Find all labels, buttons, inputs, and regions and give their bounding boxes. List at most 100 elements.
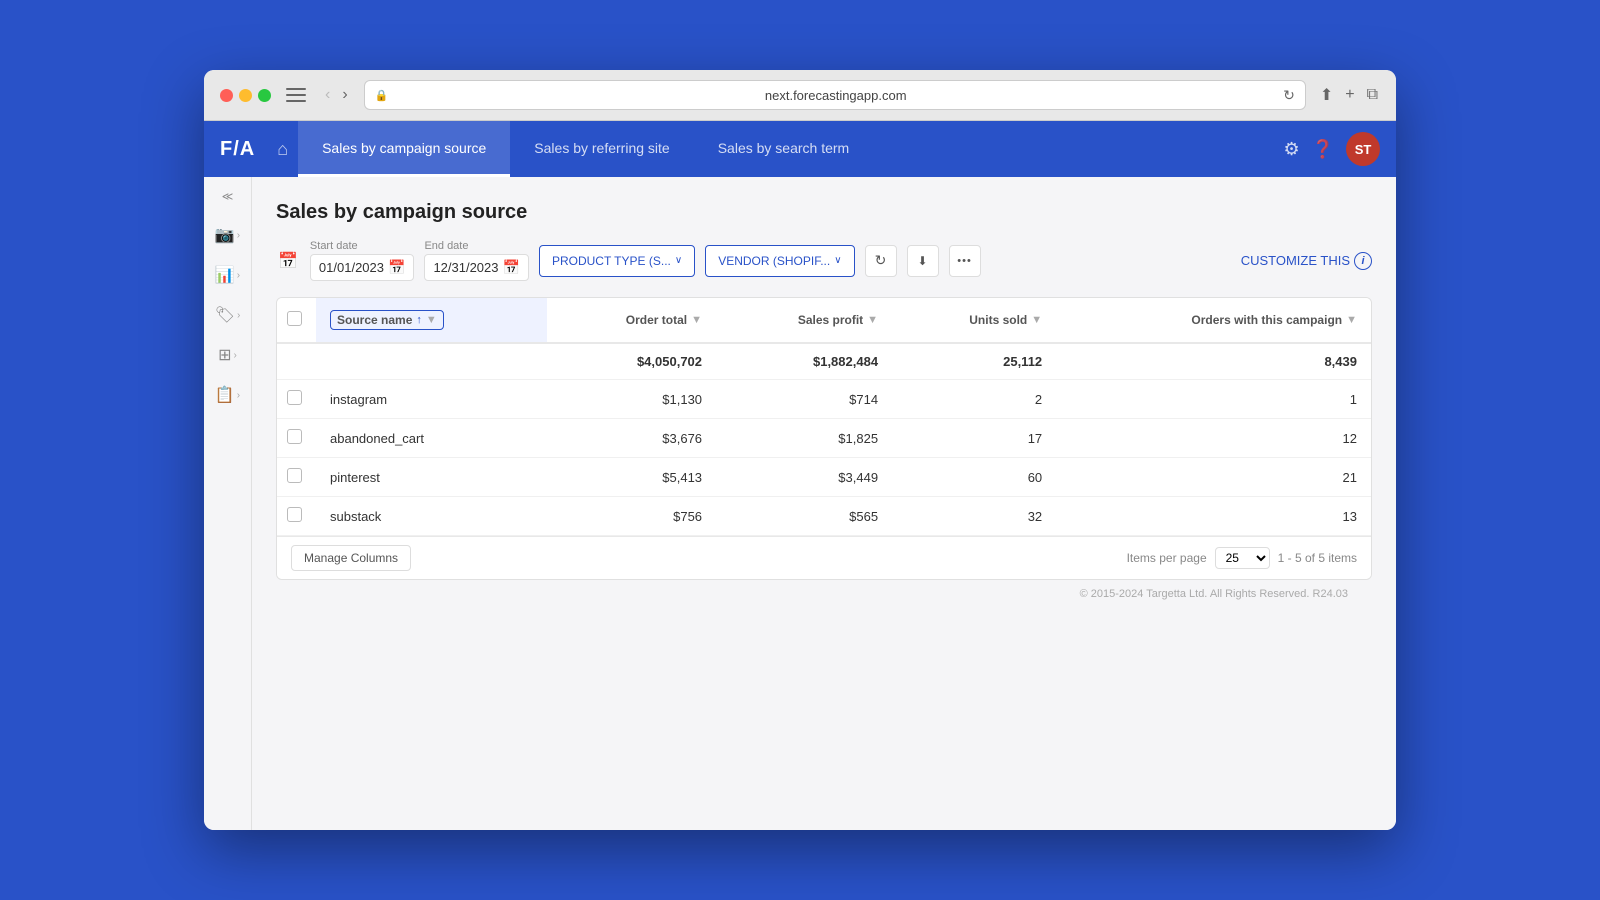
- pagination-text: 1 - 5 of 5 items: [1278, 551, 1357, 565]
- data-table: Source name ↑ ▼ Order total: [277, 298, 1371, 536]
- new-tab-button[interactable]: +: [1343, 84, 1356, 106]
- end-date-value: 12/31/2023: [433, 260, 498, 275]
- row-3-order-total: $756: [547, 497, 717, 536]
- url-bar[interactable]: 🔒 next.forecastingapp.com ↻: [364, 80, 1306, 110]
- th-select-all[interactable]: [277, 298, 316, 343]
- customize-link[interactable]: CUSTOMIZE THIS i: [1241, 252, 1372, 270]
- customize-label: CUSTOMIZE THIS: [1241, 253, 1350, 268]
- avatar[interactable]: ST: [1346, 132, 1380, 166]
- calendar-icon-button[interactable]: 📅: [276, 249, 300, 273]
- row-3-check-cell[interactable]: [277, 497, 316, 536]
- row-0-checkbox[interactable]: [287, 390, 302, 405]
- row-1-checkbox[interactable]: [287, 429, 302, 444]
- row-2-check-cell[interactable]: [277, 458, 316, 497]
- items-per-page-select[interactable]: 25 50 100: [1215, 547, 1270, 569]
- tab-sales-search[interactable]: Sales by search term: [694, 121, 874, 177]
- product-type-filter[interactable]: PRODUCT TYPE (S... ∨: [539, 245, 695, 277]
- th-order-total-label: Order total: [626, 313, 687, 327]
- forward-button[interactable]: ›: [338, 84, 351, 106]
- refresh-button[interactable]: ↻: [865, 245, 897, 277]
- table-row: pinterest $5,413 $3,449 60 21: [277, 458, 1371, 497]
- vendor-filter-label: VENDOR (SHOPIF...: [718, 254, 830, 268]
- browser-actions: ⬆ + ⧉: [1318, 83, 1380, 107]
- select-all-checkbox[interactable]: [287, 311, 302, 326]
- start-date-calendar-icon: 📅: [388, 259, 405, 276]
- fullscreen-button[interactable]: [258, 89, 271, 102]
- row-1-orders: 12: [1056, 419, 1371, 458]
- start-date-field: Start date 01/01/2023 📅: [310, 240, 415, 281]
- sidebar-item-5[interactable]: 📋 ›: [210, 377, 246, 413]
- row-2-sales-profit: $3,449: [716, 458, 892, 497]
- row-0-check-cell[interactable]: [277, 380, 316, 419]
- row-0-sales-profit: $714: [716, 380, 892, 419]
- row-1-source: abandoned_cart: [316, 419, 547, 458]
- sidebar-item-4[interactable]: ⊞ ›: [210, 337, 246, 373]
- toolbar: 📅 Start date 01/01/2023 📅 End date 12/31…: [276, 240, 1372, 281]
- close-button[interactable]: [220, 89, 233, 102]
- reload-button[interactable]: ↻: [1283, 87, 1295, 104]
- th-source-label: Source name: [337, 313, 412, 327]
- sidebar-icon-1: 📷: [215, 225, 235, 245]
- th-units-sold-filter-icon: ▼: [1031, 314, 1042, 326]
- browser-chrome: ‹ › 🔒 next.forecastingapp.com ↻ ⬆ + ⧉: [204, 70, 1396, 121]
- row-2-order-total: $5,413: [547, 458, 717, 497]
- th-source-sort-icon: ↑: [416, 314, 422, 326]
- tab-sales-campaign[interactable]: Sales by campaign source: [298, 121, 510, 177]
- sidebar-item-2[interactable]: 📊 ›: [210, 257, 246, 293]
- sidebar-toggle-button[interactable]: [283, 86, 309, 104]
- manage-columns-button[interactable]: Manage Columns: [291, 545, 411, 571]
- minimize-button[interactable]: [239, 89, 252, 102]
- row-1-check-cell[interactable]: [277, 419, 316, 458]
- total-row-source: [316, 343, 547, 380]
- tabs-button[interactable]: ⧉: [1365, 84, 1380, 106]
- nav-arrows: ‹ ›: [321, 84, 352, 106]
- back-button[interactable]: ‹: [321, 84, 334, 106]
- sidebar-expand-2: ›: [237, 270, 240, 281]
- top-nav: F/A ⌂ Sales by campaign source Sales by …: [204, 121, 1396, 177]
- vendor-filter[interactable]: VENDOR (SHOPIF... ∨: [705, 245, 854, 277]
- start-date-value: 01/01/2023: [319, 260, 384, 275]
- th-units-sold[interactable]: Units sold ▼: [892, 298, 1056, 343]
- th-orders[interactable]: Orders with this campaign ▼: [1056, 298, 1371, 343]
- sidebar-item-1[interactable]: 📷 ›: [210, 217, 246, 253]
- th-sales-profit[interactable]: Sales profit ▼: [716, 298, 892, 343]
- product-type-chevron-icon: ∨: [675, 255, 682, 266]
- row-3-checkbox[interactable]: [287, 507, 302, 522]
- settings-button[interactable]: ⚙: [1283, 139, 1299, 160]
- items-per-page-label: Items per page: [1127, 551, 1207, 565]
- share-button[interactable]: ⬆: [1318, 83, 1335, 107]
- th-units-sold-label: Units sold: [969, 313, 1027, 327]
- more-options-button[interactable]: •••: [949, 245, 981, 277]
- traffic-lights: [220, 89, 271, 102]
- data-table-wrap: Source name ↑ ▼ Order total: [276, 297, 1372, 580]
- row-3-sales-profit: $565: [716, 497, 892, 536]
- row-0-source: instagram: [316, 380, 547, 419]
- url-text: next.forecastingapp.com: [394, 88, 1277, 103]
- th-orders-filter-icon: ▼: [1346, 314, 1357, 326]
- th-order-total[interactable]: Order total ▼: [547, 298, 717, 343]
- home-button[interactable]: ⌂: [267, 131, 298, 168]
- table-row: substack $756 $565 32 13: [277, 497, 1371, 536]
- help-button[interactable]: ❓: [1312, 139, 1334, 160]
- customize-help-icon: i: [1354, 252, 1372, 270]
- sidebar-collapse-button[interactable]: ≪: [214, 185, 242, 207]
- sidebar-item-3[interactable]: 🏷 ›: [210, 297, 246, 333]
- row-2-checkbox[interactable]: [287, 468, 302, 483]
- end-date-label: End date: [424, 240, 529, 252]
- product-type-filter-label: PRODUCT TYPE (S...: [552, 254, 671, 268]
- row-2-units-sold: 60: [892, 458, 1056, 497]
- end-date-field: End date 12/31/2023 📅: [424, 240, 529, 281]
- table-row: abandoned_cart $3,676 $1,825 17 12: [277, 419, 1371, 458]
- export-button[interactable]: ⬇: [907, 245, 939, 277]
- main-content: ≪ 📷 › 📊 › 🏷 › ⊞ › 📋: [204, 177, 1396, 830]
- start-date-input[interactable]: 01/01/2023 📅: [310, 254, 415, 281]
- page-title: Sales by campaign source: [276, 201, 1372, 224]
- th-source-name[interactable]: Source name ↑ ▼: [316, 298, 547, 343]
- sidebar-icon-2: 📊: [215, 265, 235, 285]
- tab-sales-referring[interactable]: Sales by referring site: [510, 121, 693, 177]
- nav-tabs: Sales by campaign source Sales by referr…: [298, 121, 1283, 177]
- th-source-filter-icon: ▼: [426, 314, 437, 326]
- app-container: F/A ⌂ Sales by campaign source Sales by …: [204, 121, 1396, 830]
- row-1-sales-profit: $1,825: [716, 419, 892, 458]
- end-date-input[interactable]: 12/31/2023 📅: [424, 254, 529, 281]
